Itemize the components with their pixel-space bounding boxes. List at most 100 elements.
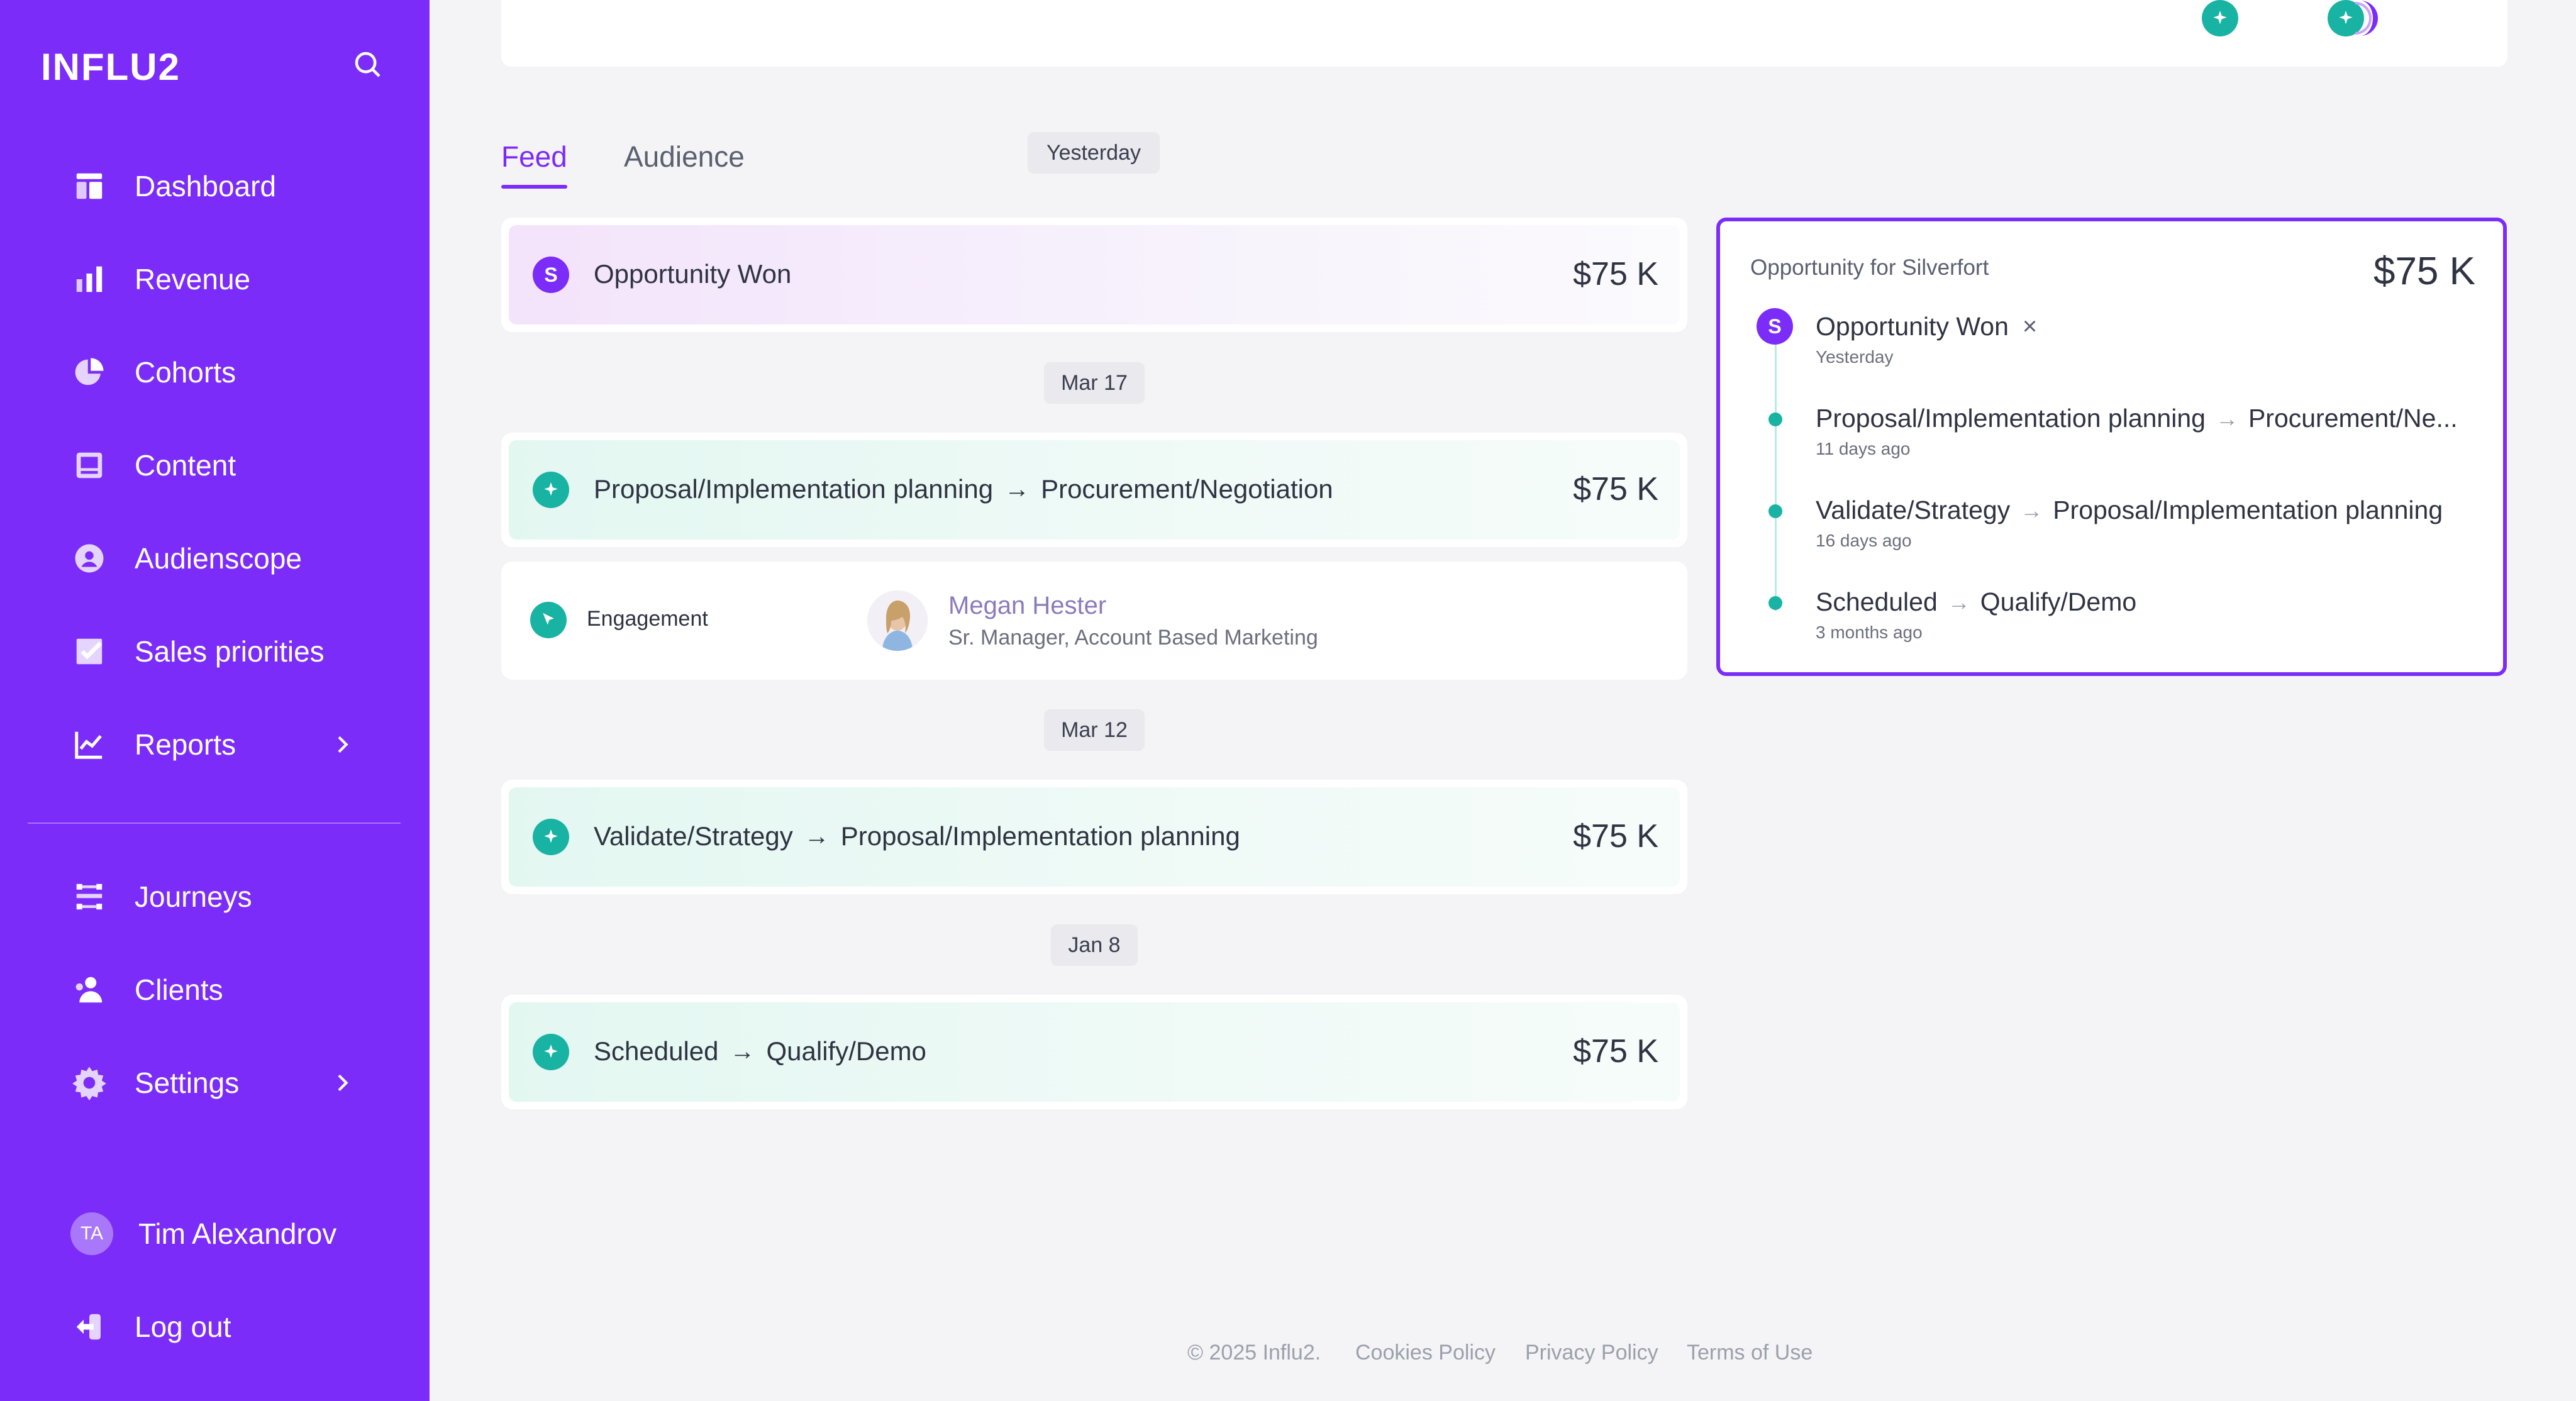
sidebar-item-label: Cohorts bbox=[135, 356, 236, 389]
sidebar-item-label: Audienscope bbox=[135, 542, 302, 575]
stage-to: Qualify/Demo bbox=[766, 1036, 926, 1066]
line-chart-icon bbox=[70, 726, 108, 763]
feed-card-opportunity-won[interactable]: S Opportunity Won $75 K bbox=[501, 218, 1687, 332]
feed-card-title: Opportunity Won bbox=[594, 259, 792, 289]
timeline-title: Opportunity Won × bbox=[1816, 312, 2037, 341]
arrow-right-icon: → bbox=[730, 1037, 755, 1065]
audience-icon bbox=[70, 540, 108, 577]
dollar-icon: S bbox=[1757, 308, 1793, 345]
stage-change-icon bbox=[533, 819, 569, 855]
journeys-icon bbox=[70, 878, 108, 916]
sidebar-item-settings[interactable]: Settings bbox=[70, 1058, 397, 1108]
footer-copyright: © 2025 Influ2. bbox=[1187, 1341, 1321, 1365]
feed-card-engagement[interactable]: Engagement Megan Hester Sr. Manager, Acc… bbox=[501, 562, 1687, 680]
logout-button[interactable]: Log out bbox=[70, 1302, 397, 1352]
feed-card-amount: $75 K bbox=[1573, 471, 1658, 507]
timeline-time: 11 days ago bbox=[1816, 439, 1911, 458]
timeline-time: 16 days ago bbox=[1816, 531, 1912, 550]
sidebar-item-revenue[interactable]: Revenue bbox=[70, 254, 397, 304]
sidebar-item-journeys[interactable]: Journeys bbox=[70, 872, 397, 922]
timeline-dot bbox=[1768, 596, 1782, 610]
feed-card-amount: $75 K bbox=[1573, 256, 1658, 292]
brand-logo: INFLU2 bbox=[41, 46, 180, 88]
footer-link-privacy[interactable]: Privacy Policy bbox=[1525, 1341, 1658, 1365]
stage-from: Proposal/Implementation planning bbox=[594, 474, 994, 504]
opportunity-detail-panel: Opportunity for Silverfort $75 K S Oppor… bbox=[1716, 218, 2507, 676]
tab-audience[interactable]: Audience bbox=[624, 140, 745, 174]
sidebar-item-label: Sales priorities bbox=[135, 635, 325, 668]
stage-from: Validate/Strategy bbox=[594, 821, 793, 851]
date-separator: Mar 17 bbox=[1044, 362, 1145, 404]
stage-change-icon bbox=[2202, 0, 2238, 36]
stage-change-icon bbox=[533, 472, 569, 508]
timeline-line bbox=[1775, 335, 1777, 611]
detail-amount: $75 K bbox=[2373, 250, 2475, 293]
sidebar-item-cohorts[interactable]: Cohorts bbox=[70, 347, 397, 397]
logout-label: Log out bbox=[135, 1310, 231, 1343]
sidebar-item-clients[interactable]: Clients bbox=[70, 965, 397, 1015]
detail-heading: Opportunity for Silverfort bbox=[1750, 255, 1989, 280]
timeline-dot bbox=[1768, 413, 1782, 426]
top-summary-card bbox=[501, 0, 2507, 67]
date-separator: Mar 12 bbox=[1044, 709, 1145, 751]
user-profile[interactable]: TA Tim Alexandrov bbox=[70, 1209, 397, 1259]
engagement-label: Engagement bbox=[587, 607, 708, 631]
bar-chart-icon bbox=[70, 260, 108, 298]
footer-link-cookies[interactable]: Cookies Policy bbox=[1355, 1341, 1496, 1365]
won-label: Opportunity Won bbox=[1816, 312, 2009, 341]
sidebar-item-content[interactable]: Content bbox=[70, 440, 397, 490]
chevron-right-icon[interactable] bbox=[330, 1070, 355, 1095]
search-icon[interactable] bbox=[351, 48, 385, 82]
dollar-icon: S bbox=[533, 257, 569, 293]
sidebar-item-label: Clients bbox=[135, 973, 223, 1006]
timeline-title: Proposal/Implementation planning → Procu… bbox=[1816, 404, 2458, 433]
stage-from: Scheduled bbox=[594, 1036, 719, 1066]
arrow-right-icon: → bbox=[1947, 589, 1970, 615]
stage-to: Procurement/Ne... bbox=[2248, 404, 2458, 433]
gear-icon bbox=[70, 1064, 108, 1102]
sidebar-item-audienscope[interactable]: Audienscope bbox=[70, 533, 397, 584]
stage-to: Qualify/Demo bbox=[1980, 587, 2137, 616]
feed-card-stage-change[interactable]: Validate/Strategy → Proposal/Implementat… bbox=[501, 780, 1687, 894]
tab-feed[interactable]: Feed bbox=[501, 140, 567, 174]
sidebar-item-reports[interactable]: Reports bbox=[70, 719, 397, 770]
timeline-time: Yesterday bbox=[1816, 347, 1894, 367]
person-name-link[interactable]: Megan Hester bbox=[948, 592, 1106, 620]
stage-from: Validate/Strategy bbox=[1816, 496, 2011, 524]
stage-to: Proposal/Implementation planning bbox=[2053, 496, 2443, 524]
person-title: Sr. Manager, Account Based Marketing bbox=[948, 626, 1318, 650]
feed-card-title: Scheduled → Qualify/Demo bbox=[594, 1036, 926, 1066]
chevron-right-icon[interactable] bbox=[330, 732, 355, 757]
footer-link-terms[interactable]: Terms of Use bbox=[1687, 1341, 1813, 1365]
stage-from: Scheduled bbox=[1816, 587, 1938, 616]
timeline-time: 3 months ago bbox=[1816, 623, 1923, 642]
stage-to: Proposal/Implementation planning bbox=[840, 821, 1240, 851]
avatar bbox=[867, 590, 928, 651]
clients-icon bbox=[70, 971, 108, 1009]
date-separator: Yesterday bbox=[1028, 132, 1160, 174]
sidebar-item-sales-priorities[interactable]: Sales priorities bbox=[70, 626, 397, 677]
arrow-right-icon: → bbox=[1004, 475, 1030, 503]
feed-card-stage-change[interactable]: Scheduled → Qualify/Demo $75 K bbox=[501, 995, 1687, 1109]
tab-active-indicator bbox=[501, 185, 567, 189]
feed-card-amount: $75 K bbox=[1573, 818, 1658, 855]
sidebar-item-label: Reports bbox=[135, 728, 236, 761]
arrow-right-icon: → bbox=[2215, 405, 2238, 431]
opportunity-won-marker-icon bbox=[2355, 0, 2380, 38]
content-icon bbox=[70, 446, 108, 484]
arrow-right-icon: → bbox=[804, 822, 830, 850]
avatar: TA bbox=[70, 1212, 113, 1255]
arrow-right-icon: → bbox=[2020, 497, 2043, 523]
logout-icon bbox=[70, 1308, 108, 1346]
sidebar-item-label: Content bbox=[135, 449, 236, 482]
feed-card-amount: $75 K bbox=[1573, 1033, 1658, 1070]
feed-card-stage-change[interactable]: Proposal/Implementation planning → Procu… bbox=[501, 433, 1687, 547]
timeline-title: Validate/Strategy → Proposal/Implementat… bbox=[1816, 496, 2443, 525]
sidebar: INFLU2 Dashboard Revenue Cohorts Content… bbox=[0, 0, 430, 1401]
sidebar-item-label: Dashboard bbox=[135, 170, 277, 202]
close-icon[interactable]: × bbox=[2023, 313, 2037, 341]
timeline-dot bbox=[1768, 504, 1782, 518]
sidebar-item-dashboard[interactable]: Dashboard bbox=[70, 161, 397, 211]
pie-chart-icon bbox=[70, 353, 108, 391]
sidebar-item-label: Journeys bbox=[135, 880, 252, 913]
